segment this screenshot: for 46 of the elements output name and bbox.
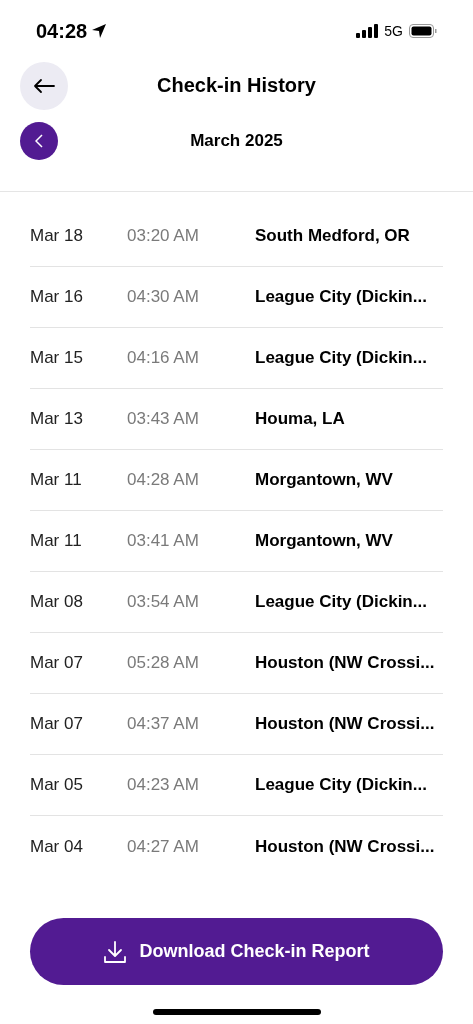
checkin-time: 03:43 AM (127, 408, 200, 431)
location-arrow-icon (91, 23, 108, 39)
download-icon (103, 939, 128, 964)
checkin-location: Morgantown, WV (255, 469, 393, 492)
checkin-date: Mar 05 (30, 774, 84, 797)
checkin-time: 04:27 AM (127, 835, 200, 858)
checkin-location: League City (Dickin... (255, 591, 427, 614)
network-label: 5G (384, 21, 403, 41)
checkin-time: 04:28 AM (127, 469, 200, 492)
checkin-date: Mar 07 (30, 652, 84, 675)
download-report-button[interactable]: Download Check-in Report (30, 918, 443, 985)
checkin-location: Morgantown, WV (255, 530, 393, 553)
checkin-date: Mar 15 (30, 347, 84, 370)
checkin-date: Mar 13 (30, 408, 84, 431)
checkin-time: 03:20 AM (127, 225, 200, 248)
checkin-time: 04:23 AM (127, 774, 200, 797)
checkin-date: Mar 16 (30, 286, 84, 309)
signal-icon (356, 24, 379, 38)
checkin-date: Mar 04 (30, 835, 84, 858)
checkin-location: League City (Dickin... (255, 347, 427, 370)
checkin-time: 03:41 AM (127, 530, 200, 553)
checkin-date: Mar 08 (30, 591, 84, 614)
checkin-time: 04:30 AM (127, 286, 200, 309)
checkin-date: Mar 11 (30, 469, 83, 492)
checkin-date: Mar 18 (30, 225, 84, 248)
checkin-time: 04:37 AM (127, 713, 200, 736)
checkin-location: Houston (NW Crossi... (255, 835, 435, 858)
checkin-location: League City (Dickin... (255, 286, 427, 309)
checkin-date: Mar 11 (30, 530, 83, 553)
checkin-time: 03:54 AM (127, 591, 200, 614)
back-arrow-icon (33, 78, 55, 94)
checkin-location: League City (Dickin... (255, 774, 427, 797)
checkin-date: Mar 07 (30, 713, 84, 736)
previous-month-button[interactable] (20, 122, 58, 160)
status-time: 04:28 (36, 19, 88, 44)
checkin-location: South Medford, OR (255, 225, 410, 248)
chevron-left-icon (35, 134, 43, 148)
month-label: March 2025 (190, 130, 283, 153)
page-title: Check-in History (157, 73, 316, 98)
checkin-location: Houma, LA (255, 408, 345, 431)
back-button[interactable] (20, 62, 68, 110)
checkin-location: Houston (NW Crossi... (255, 652, 435, 675)
battery-icon (409, 24, 437, 38)
checkin-time: 04:16 AM (127, 347, 200, 370)
checkin-location: Houston (NW Crossi... (255, 713, 435, 736)
checkin-time: 05:28 AM (127, 652, 200, 675)
